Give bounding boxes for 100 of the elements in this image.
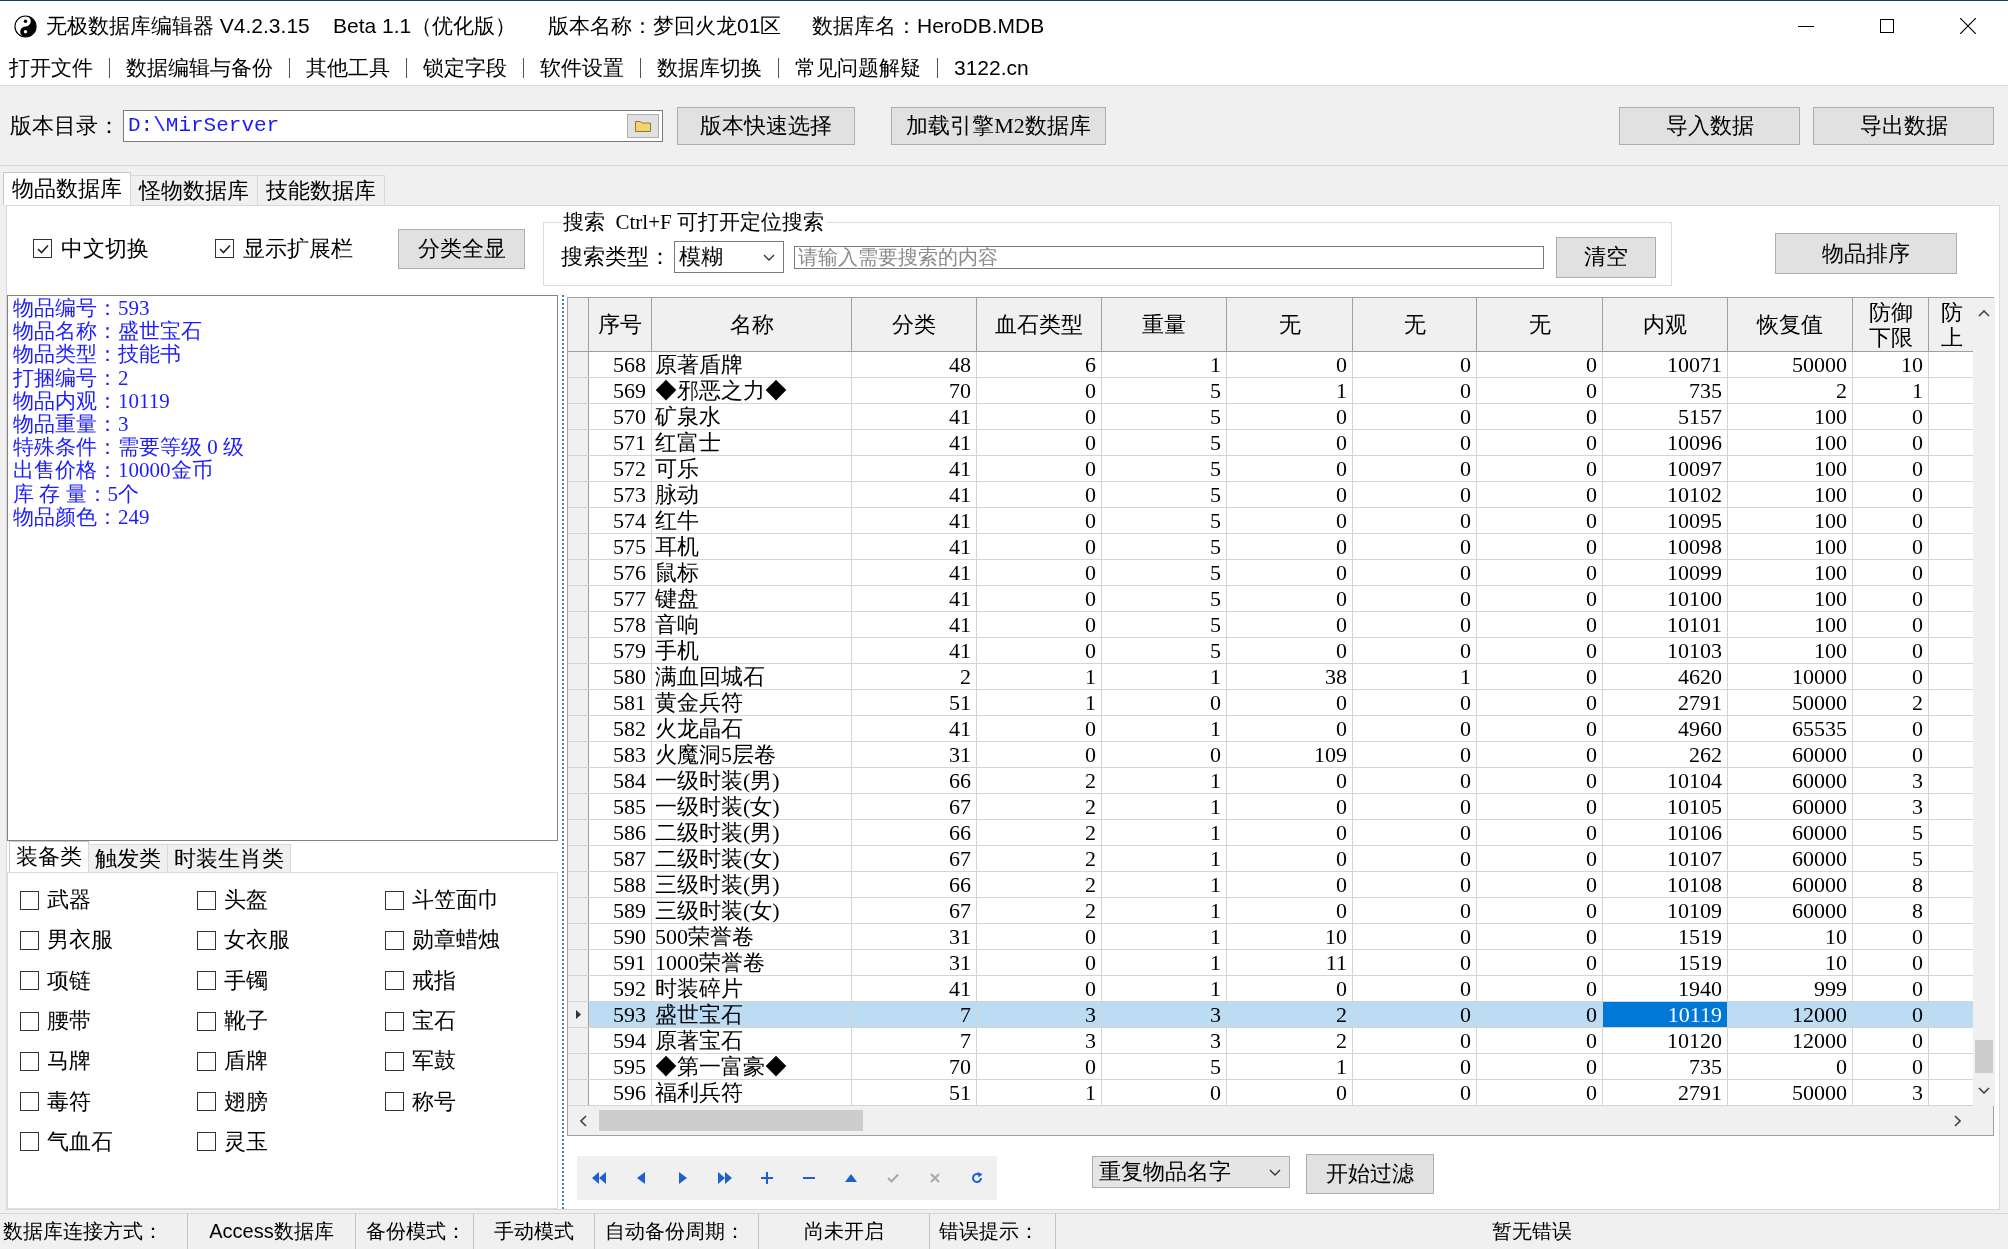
column-header[interactable]: 无 <box>1353 298 1477 351</box>
checkbox[interactable] <box>20 1051 39 1071</box>
clear-button[interactable]: 清空 <box>1556 236 1656 278</box>
sort-button[interactable]: 物品排序 <box>1775 233 1957 274</box>
right-arrow-icon[interactable] <box>679 1172 687 1184</box>
checkbox[interactable] <box>385 1051 404 1071</box>
scrollbar-thumb[interactable] <box>599 1110 863 1131</box>
chevron-left-icon[interactable] <box>580 1114 587 1127</box>
vertical-scrollbar[interactable] <box>1973 298 1995 1106</box>
menu-item[interactable]: 打开文件 <box>9 54 93 82</box>
row-selector[interactable] <box>568 1002 589 1027</box>
close-icon[interactable] <box>1959 18 1976 34</box>
table-row[interactable]: 595 ◆第一富豪◆ 70 0 5 1 0 0 735 0 0 <box>568 1054 1973 1080</box>
table-row[interactable]: 596 福利兵符 51 1 0 0 0 0 2791 50000 3 <box>568 1080 1973 1106</box>
table-row[interactable]: 572 可乐 41 0 5 0 0 0 10097 100 0 <box>568 456 1973 482</box>
chevron-up-icon[interactable] <box>1978 310 1990 317</box>
menu-item[interactable]: 锁定字段 <box>423 54 507 82</box>
checkbox[interactable] <box>20 1132 39 1152</box>
column-header[interactable]: 分类 <box>852 298 977 351</box>
table-row[interactable]: 571 红富士 41 0 5 0 0 0 10096 100 0 <box>568 430 1973 456</box>
column-header[interactable]: 无 <box>1227 298 1353 351</box>
table-row[interactable]: 585 一级时装(女) 67 2 1 0 0 0 10105 60000 3 <box>568 794 1973 820</box>
action-button[interactable]: 导入数据 <box>1619 106 1800 145</box>
search-type-dropdown[interactable]: 模糊 <box>674 241 784 273</box>
table-row[interactable]: 593 盛世宝石 7 3 3 2 0 0 10119 12000 0 <box>568 1002 1973 1028</box>
menu-item[interactable]: 数据编辑与备份 <box>126 54 273 82</box>
menu-item[interactable]: 3122.cn <box>954 56 1029 80</box>
checkbox[interactable] <box>197 890 216 910</box>
menu-item[interactable]: 数据库切换 <box>657 54 762 82</box>
path-field[interactable]: D:\MirServer <box>123 109 663 142</box>
double-right-arrow-icon[interactable] <box>718 1172 732 1184</box>
menu-item[interactable]: 其他工具 <box>306 54 390 82</box>
table-row[interactable]: 584 一级时装(男) 66 2 1 0 0 0 10104 60000 3 <box>568 768 1973 794</box>
table-row[interactable]: 579 手机 41 0 5 0 0 0 10103 100 0 <box>568 638 1973 664</box>
chevron-down-icon[interactable] <box>1978 1087 1990 1094</box>
horizontal-scrollbar[interactable] <box>568 1106 1973 1135</box>
tab[interactable]: 时装生肖类 <box>167 844 291 872</box>
menu-item[interactable]: 常见问题解疑 <box>795 54 921 82</box>
minimize-icon[interactable] <box>1797 25 1814 27</box>
table-row[interactable]: 591 1000荣誉卷 31 0 1 11 0 0 1519 10 0 <box>568 950 1973 976</box>
up-triangle-icon[interactable] <box>845 1174 857 1182</box>
checkbox[interactable] <box>215 239 234 258</box>
action-button[interactable]: 导出数据 <box>1813 106 1994 145</box>
table-row[interactable]: 577 键盘 41 0 5 0 0 0 10100 100 0 <box>568 586 1973 612</box>
table-row[interactable]: 580 满血回城石 2 1 1 38 1 0 4620 10000 0 <box>568 664 1973 690</box>
tab[interactable]: 技能数据库 <box>257 175 385 205</box>
table-row[interactable]: 575 耳机 41 0 5 0 0 0 10098 100 0 <box>568 534 1973 560</box>
checkbox[interactable] <box>20 890 39 910</box>
table-row[interactable]: 581 黄金兵符 51 1 0 0 0 0 2791 50000 2 <box>568 690 1973 716</box>
table-row[interactable]: 587 二级时装(女) 67 2 1 0 0 0 10107 60000 5 <box>568 846 1973 872</box>
action-button[interactable]: 版本快速选择 <box>677 106 855 145</box>
column-header[interactable]: 名称 <box>652 298 852 351</box>
table-row[interactable]: 586 二级时装(男) 66 2 1 0 0 0 10106 60000 5 <box>568 820 1973 846</box>
table-row[interactable]: 583 火魔洞5层卷 31 0 0 109 0 0 262 60000 0 <box>568 742 1973 768</box>
column-header[interactable]: 无 <box>1477 298 1603 351</box>
table-row[interactable]: 573 脉动 41 0 5 0 0 0 10102 100 0 <box>568 482 1973 508</box>
plus-icon[interactable] <box>761 1172 773 1184</box>
table-row[interactable]: 576 鼠标 41 0 5 0 0 0 10099 100 0 <box>568 560 1973 586</box>
refresh-icon[interactable] <box>971 1172 983 1184</box>
checkbox[interactable] <box>197 971 216 991</box>
checkbox[interactable] <box>197 930 216 950</box>
table-row[interactable]: 592 时装碎片 41 0 1 0 0 0 1940 999 0 <box>568 976 1973 1002</box>
left-arrow-icon[interactable] <box>637 1172 645 1184</box>
action-button[interactable]: 加载引擎M2数据库 <box>891 106 1106 145</box>
checkbox[interactable] <box>20 930 39 950</box>
table-row[interactable]: 570 矿泉水 41 0 5 0 0 0 5157 100 0 <box>568 404 1973 430</box>
maximize-icon[interactable] <box>1879 19 1894 33</box>
chevron-right-icon[interactable] <box>1954 1114 1961 1127</box>
checkbox[interactable] <box>197 1051 216 1071</box>
checkbox[interactable] <box>385 971 404 991</box>
table-row[interactable]: 589 三级时装(女) 67 2 1 0 0 0 10109 60000 8 <box>568 898 1973 924</box>
double-left-arrow-icon[interactable] <box>592 1172 606 1184</box>
checkbox[interactable] <box>385 1092 404 1112</box>
filter-dropdown[interactable]: 重复物品名字 <box>1092 1156 1290 1188</box>
table-row[interactable]: 594 原著宝石 7 3 3 2 0 0 10120 12000 0 <box>568 1028 1973 1054</box>
filter-button[interactable]: 开始过滤 <box>1306 1154 1434 1194</box>
checkbox[interactable] <box>385 890 404 910</box>
table-row[interactable]: 578 音响 41 0 5 0 0 0 10101 100 0 <box>568 612 1973 638</box>
checkbox[interactable] <box>385 930 404 950</box>
tab[interactable]: 物品数据库 <box>3 172 131 205</box>
browse-button[interactable] <box>627 113 659 138</box>
search-field[interactable]: 请输入需要搜索的内容 <box>794 245 1544 269</box>
column-header[interactable]: 血石类型 <box>977 298 1102 351</box>
column-header[interactable]: 序号 <box>589 298 652 351</box>
column-header[interactable]: 内观 <box>1603 298 1728 351</box>
menu-item[interactable]: 软件设置 <box>540 54 624 82</box>
checkbox[interactable] <box>20 1011 39 1031</box>
table-row[interactable]: 590 500荣誉卷 31 0 1 10 0 0 1519 10 0 <box>568 924 1973 950</box>
tab[interactable]: 触发类 <box>88 844 168 872</box>
checkbox[interactable] <box>33 239 52 258</box>
table-row[interactable]: 582 火龙晶石 41 0 1 0 0 0 4960 65535 0 <box>568 716 1973 742</box>
tab[interactable]: 装备类 <box>9 841 89 872</box>
scrollbar-thumb[interactable] <box>1975 1040 1993 1073</box>
table-row[interactable]: 588 三级时装(男) 66 2 1 0 0 0 10108 60000 8 <box>568 872 1973 898</box>
tab[interactable]: 怪物数据库 <box>130 175 258 205</box>
column-header[interactable]: 重量 <box>1102 298 1227 351</box>
checkbox[interactable] <box>20 1092 39 1112</box>
checkbox[interactable] <box>197 1132 216 1152</box>
column-header[interactable]: 防御下限 <box>1853 298 1929 351</box>
checkbox[interactable] <box>197 1092 216 1112</box>
